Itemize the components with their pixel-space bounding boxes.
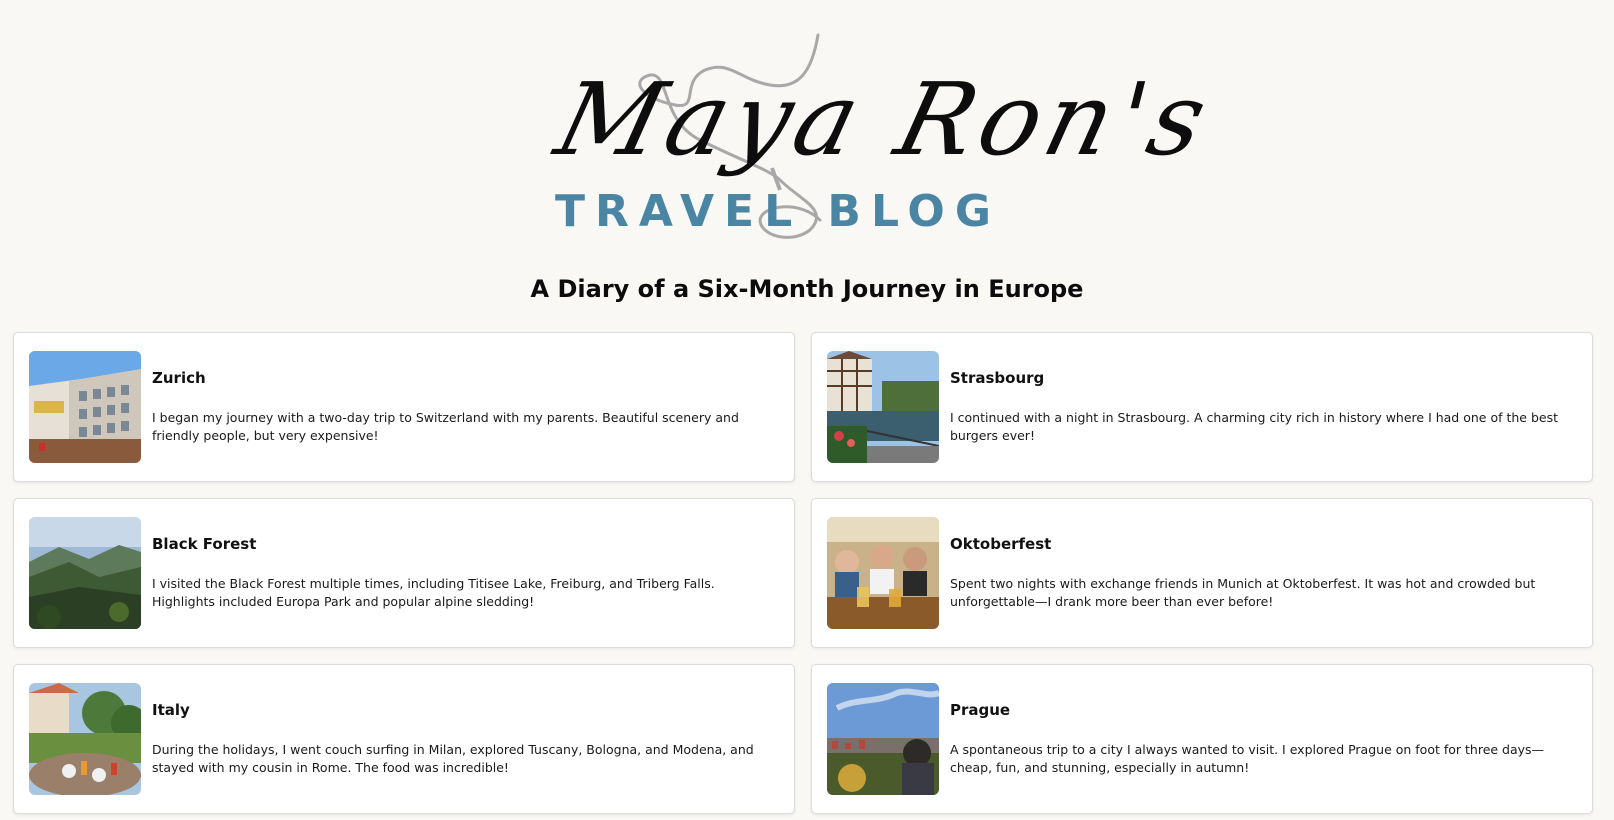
card-strasbourg[interactable]: Strasbourg I continued with a night in S… — [811, 332, 1593, 482]
black-forest-valley-photo — [29, 517, 141, 629]
page: Maya Ron's TRAVEL BLOG A Diary of a Six-… — [0, 0, 1614, 820]
card-description: Spent two nights with exchange friends i… — [950, 576, 1536, 609]
card-description: I visited the Black Forest multiple time… — [152, 576, 715, 609]
card-zurich[interactable]: Zurich I began my journey with a two-day… — [13, 332, 795, 482]
prague-view-photo — [827, 683, 939, 795]
card-description: A spontaneous trip to a city I always wa… — [950, 742, 1545, 775]
card-title: Black Forest — [152, 535, 257, 553]
italy-garden-table-photo — [29, 683, 141, 795]
destination-grid: Zurich I began my journey with a two-day… — [13, 332, 1595, 814]
logo-subtitle-text: TRAVEL BLOG — [555, 186, 1001, 237]
card-title: Zurich — [152, 369, 206, 387]
card-title: Strasbourg — [950, 369, 1045, 387]
logo-script-text: Maya Ron's — [545, 61, 1224, 178]
card-oktoberfest[interactable]: Oktoberfest Spent two nights with exchan… — [811, 498, 1593, 648]
oktoberfest-friends-photo — [827, 517, 939, 629]
card-title: Prague — [950, 701, 1011, 719]
card-black-forest[interactable]: Black Forest I visited the Black Forest … — [13, 498, 795, 648]
card-title: Oktoberfest — [950, 535, 1052, 553]
blog-logo[interactable]: Maya Ron's TRAVEL BLOG — [500, 30, 1223, 255]
card-title: Italy — [152, 701, 190, 719]
card-prague[interactable]: Prague A spontaneous trip to a city I al… — [811, 664, 1593, 814]
card-description: During the holidays, I went couch surfin… — [152, 742, 754, 775]
card-description: I began my journey with a two-day trip t… — [152, 410, 739, 443]
strasbourg-canal-photo — [827, 351, 939, 463]
card-italy[interactable]: Italy During the holidays, I went couch … — [13, 664, 795, 814]
card-description: I continued with a night in Strasbourg. … — [950, 410, 1559, 443]
zurich-street-photo — [29, 351, 141, 463]
page-subtitle: A Diary of a Six-Month Journey in Europe — [530, 275, 1084, 303]
